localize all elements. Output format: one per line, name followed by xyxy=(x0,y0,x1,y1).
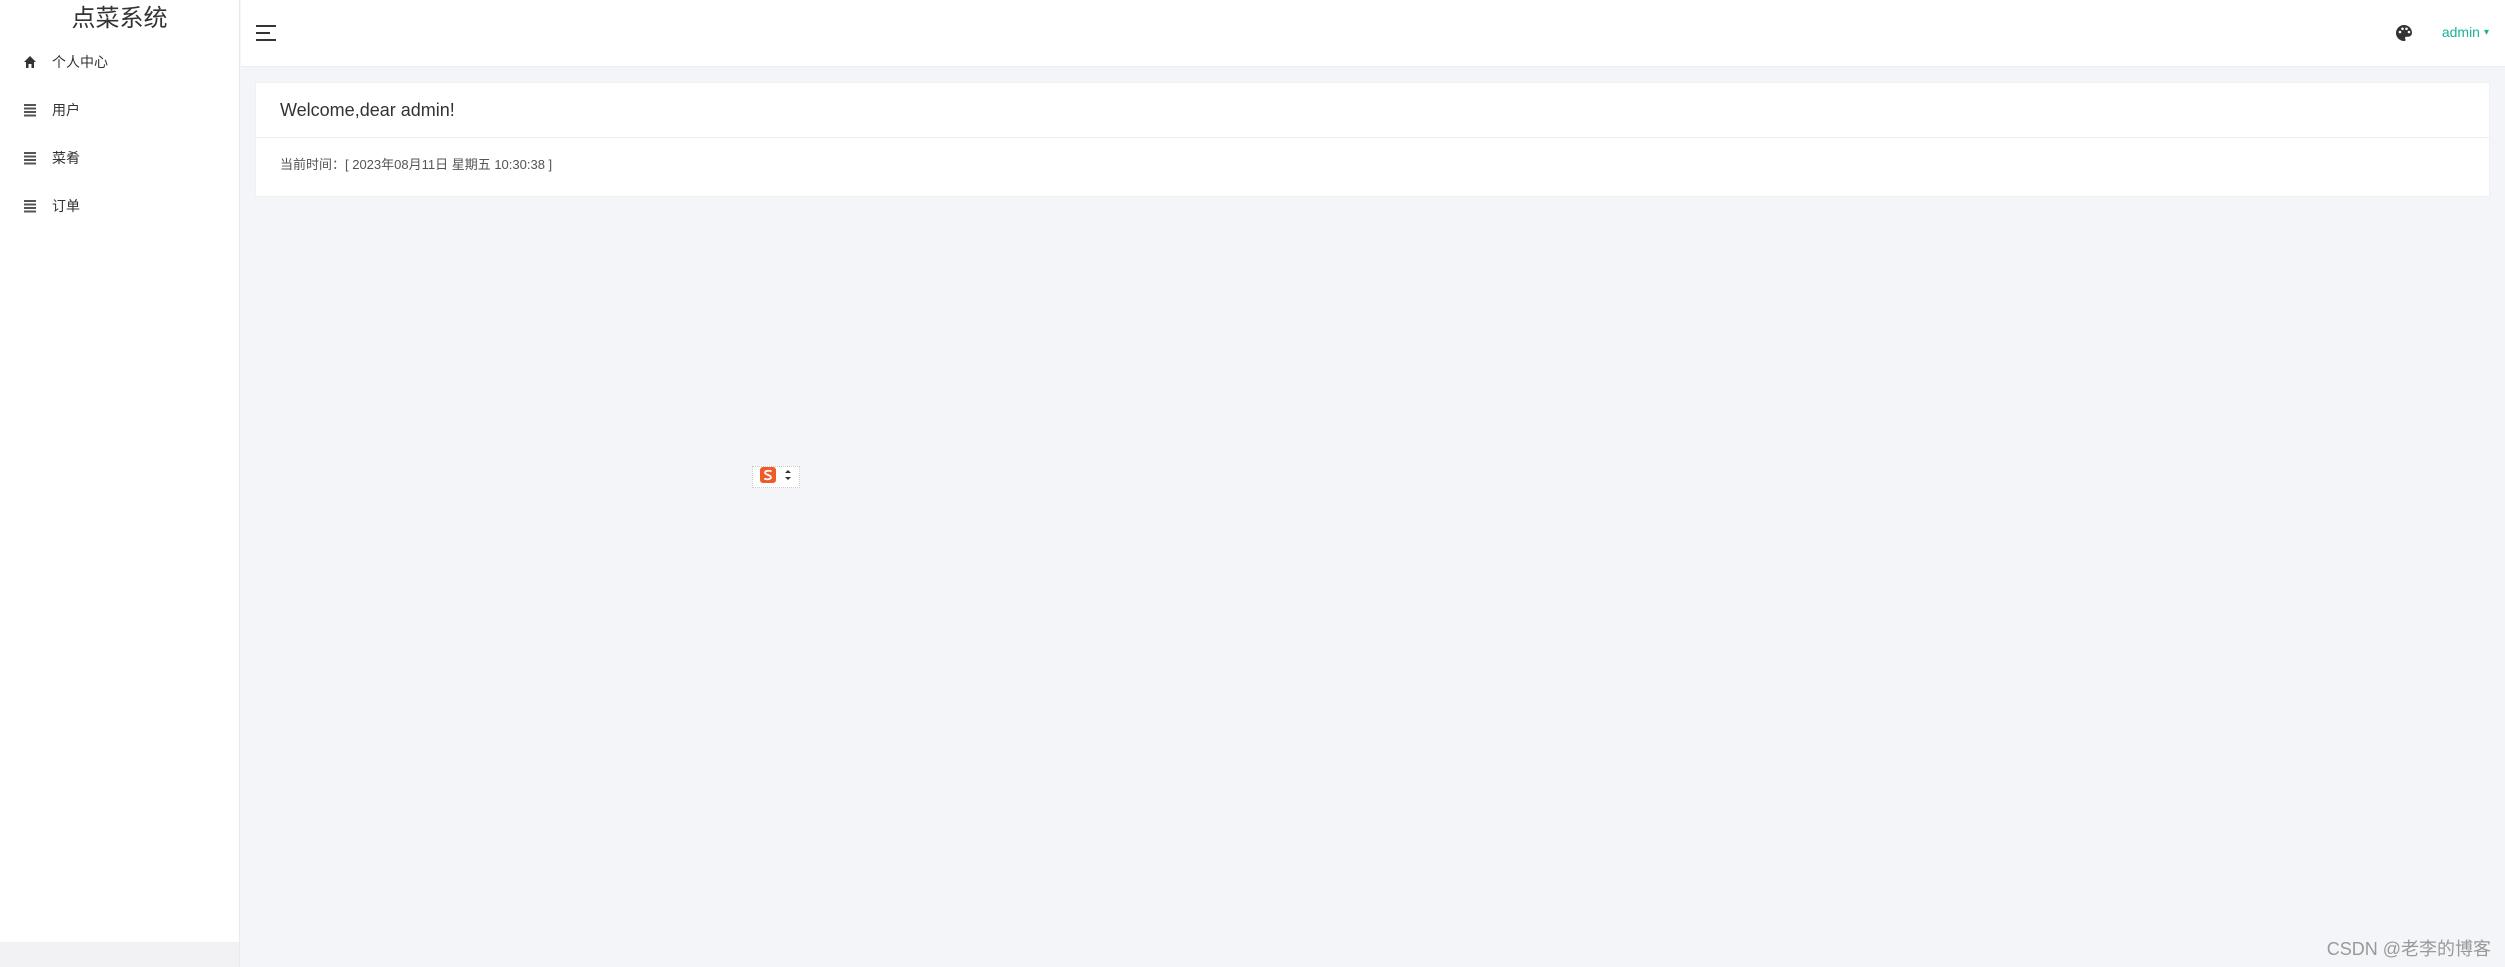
welcome-card: Welcome,dear admin! 当前时间：[ 2023年08月11日 星… xyxy=(255,82,2490,197)
sidebar-item-label: 订单 xyxy=(52,198,80,214)
list-icon xyxy=(22,198,38,214)
palette-icon[interactable] xyxy=(2395,24,2413,42)
caret-down-icon: ▾ xyxy=(2483,26,2489,38)
welcome-title: Welcome,dear admin! xyxy=(256,83,2489,138)
sidebar-item-label: 用户 xyxy=(52,102,80,118)
sidebar-item-label: 菜肴 xyxy=(52,150,80,166)
hamburger-icon[interactable] xyxy=(256,24,278,42)
sidebar-item-personal-center[interactable]: 个人中心 xyxy=(0,38,239,86)
list-icon xyxy=(22,150,38,166)
home-icon xyxy=(22,54,38,70)
sidebar: 点菜系统 个人中心 用户 菜肴 订单 xyxy=(0,0,240,942)
input-method-widget[interactable] xyxy=(752,466,800,488)
current-time: 当前时间：[ 2023年08月11日 星期五 10:30:38 ] xyxy=(280,157,553,172)
sidebar-item-orders[interactable]: 订单 xyxy=(0,182,239,230)
app-title: 点菜系统 xyxy=(71,4,168,32)
sidebar-item-label: 个人中心 xyxy=(52,54,108,70)
sidebar-menu: 个人中心 用户 菜肴 订单 xyxy=(0,38,239,230)
sidebar-item-dishes[interactable]: 菜肴 xyxy=(0,134,239,182)
sogou-s-icon xyxy=(760,466,776,488)
user-menu[interactable]: admin ▾ xyxy=(2442,24,2489,40)
user-name: admin xyxy=(2441,24,2480,40)
arrow-updown-icon xyxy=(784,468,792,486)
sidebar-item-users[interactable]: 用户 xyxy=(0,86,239,134)
list-icon xyxy=(22,102,38,118)
watermark: CSDN @老李的博客 xyxy=(2326,939,2491,959)
sidebar-footer xyxy=(0,942,240,967)
top-header: admin ▾ xyxy=(241,0,2505,67)
